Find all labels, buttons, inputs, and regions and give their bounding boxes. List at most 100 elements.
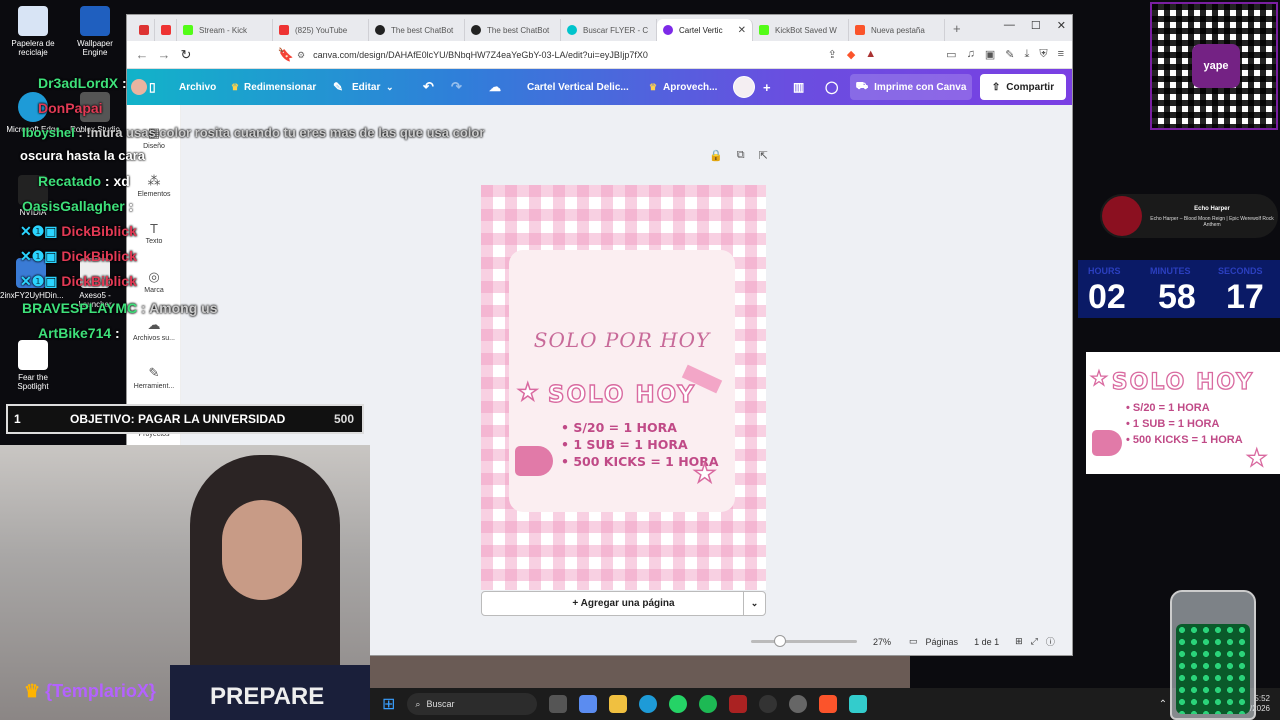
zoom-level[interactable]: 27% [873,637,891,647]
back-icon[interactable]: ← [131,47,153,62]
reload-icon[interactable]: ↻ [175,47,197,63]
brave-icon[interactable] [819,695,838,713]
menu-redimensionar[interactable]: Redimensionar [244,69,316,105]
reader-icon[interactable]: ▣ [985,48,995,61]
forward-icon[interactable]: → [153,47,175,62]
maximize-icon[interactable]: ☐ [1031,19,1041,32]
sidebar-toggle-icon[interactable]: ▭ [946,48,956,61]
url-field[interactable]: ⚙ canva.com/design/DAHAfE0lcYU/BNbqHW7Z4… [297,45,817,65]
pages-button[interactable]: Páginas [926,637,959,647]
streamer-username: ♛ {TemplarioX} [24,681,156,702]
duplicate-icon[interactable]: ⧉ [737,149,745,162]
close-icon[interactable]: ✕ [1057,19,1066,32]
yape-brand: yape [1203,60,1229,72]
canva-logo-icon[interactable] [131,69,147,105]
browser-toolbar-icons: ⇪ ◆ ▲ ▭ ♫ ▣ ✎ ⤓ ⛨ ≡ [828,48,1064,61]
github-icon [375,25,385,35]
task-view-icon[interactable] [549,695,568,713]
add-page-icon[interactable]: ⇱ [759,149,768,162]
goal-index: 1 [14,412,21,426]
desktop-icon-recycle-bin[interactable]: Papelera de reciclaje [2,6,64,57]
desktop-icon-fear-the-spotlight[interactable]: Fear the Spotlight [2,340,64,391]
chat-username: Iboyshel [22,125,75,140]
panel-toggle-icon[interactable]: ▯ [149,69,156,105]
undo-icon[interactable]: ↶ [423,69,434,105]
rewards-icon[interactable]: ▲ [865,48,876,61]
tab-1[interactable] [155,19,177,41]
brave-shield-icon[interactable]: ◆ [847,48,855,61]
tab-favicon-icon [139,25,149,35]
desktop-icon-wallpaper-engine[interactable]: Wallpaper Engine [64,6,126,57]
wallet-icon[interactable]: ⛨ [1039,48,1047,61]
close-tab-icon[interactable]: ✕ [738,25,746,36]
insights-chart-icon[interactable]: ▥ [793,69,804,105]
tab-label: The best ChatBot [391,25,454,35]
downloads-icon[interactable]: ⤓ [1024,48,1029,61]
aprovechar-button[interactable]: Aprovech... [663,69,717,105]
cloud-sync-icon[interactable]: ☁ [489,69,501,105]
sidebar-item-herramientas[interactable]: ✎ Herramient... [127,365,181,390]
tab-kick[interactable]: Stream - Kick [177,19,273,41]
copilot-icon[interactable] [579,695,598,713]
tab-new[interactable]: Nueva pestaña [849,19,945,41]
design-title[interactable]: Cartel Vertical Delic... [527,69,629,105]
share-icon[interactable]: ⇪ [828,48,837,61]
lock-icon[interactable]: 🔒 [709,149,723,162]
bookmark-icon[interactable]: 🔖 [275,47,297,63]
promo-bullet-text: S/20 = 1 HORA [1132,402,1210,414]
zoom-slider[interactable] [751,635,857,647]
edge-icon[interactable] [639,695,658,713]
sidebar-item-archivos[interactable]: ☁ Archivos su... [127,317,181,342]
redo-icon[interactable]: ↷ [451,69,462,105]
zoom-slider-knob[interactable] [773,635,786,647]
tab-cartel-vertical[interactable]: Cartel Vertic ✕ [657,19,753,41]
sidebar-item-elementos[interactable]: ⁂ Elementos [127,173,181,198]
spotify-icon[interactable] [699,695,718,713]
tab-kickbot[interactable]: KickBot Saved W [753,19,849,41]
crown-icon: ♛ [649,81,658,92]
app-icon[interactable] [789,695,808,713]
tab-chatbot-1[interactable]: The best ChatBot [369,19,465,41]
grid-view-icon[interactable]: ⊞ [1015,636,1023,647]
obs-icon[interactable] [759,695,778,713]
chevron-down-icon[interactable]: ⌄ [386,69,394,105]
menu-archivo[interactable]: Archivo [179,69,216,105]
whatsapp-icon[interactable] [669,695,688,713]
username-text: {TemplarioX} [45,681,156,701]
tools-icon: ✎ [148,365,160,380]
menu-editar[interactable]: Editar [352,69,380,105]
app-icon[interactable] [729,695,748,713]
goal-label: OBJETIVO: PAGAR LA UNIVERSIDAD [70,412,286,426]
help-icon[interactable]: ⓘ [1046,635,1055,648]
add-collaborator-icon[interactable]: + [763,69,771,105]
menu-icon[interactable]: ≡ [1058,48,1064,61]
music-icon[interactable]: ♫ [967,48,975,61]
tab-youtube[interactable]: (825) YouTube [273,19,369,41]
new-tab-button[interactable]: + [953,21,961,36]
kick-icon [759,25,769,35]
chat-message: Recatado : xd [38,173,130,189]
file-explorer-icon[interactable] [609,695,628,713]
share-button[interactable]: ⇧ Compartir [980,74,1066,100]
fullscreen-icon[interactable]: ⤢ [1031,636,1038,647]
chevron-down-icon[interactable]: ⌄ [743,592,765,615]
extensions-icon[interactable]: ✎ [1005,48,1014,61]
chat-username: ArtBike714 [38,325,112,341]
notepad-icon[interactable] [849,695,868,713]
github-icon [471,25,481,35]
promo-bullet: • 1 SUB = 1 HORA [1126,418,1220,430]
print-with-canva-button[interactable]: ⛟ Imprime con Canva [850,74,972,100]
comment-icon[interactable]: ◯ [825,69,838,105]
chat-username: Recatado [38,173,102,189]
tab-buscar-flyer[interactable]: Buscar FLYER - C [561,19,657,41]
tab-0[interactable] [133,19,155,41]
poster-page[interactable]: SOLO POR HOY SOLO HOY • S/20 = 1 HORA • … [481,185,766,590]
tab-chatbot-2[interactable]: The best ChatBot [465,19,561,41]
add-page-button[interactable]: + Agregar una página ⌄ [481,591,766,616]
taskbar-search[interactable]: ⌕ Buscar [407,693,538,715]
minimize-icon[interactable]: — [1004,19,1015,32]
avatar[interactable] [733,69,755,105]
truck-icon: ⛟ [855,80,869,92]
start-icon[interactable]: ⊞ [382,694,395,714]
site-info-icon[interactable]: ⚙ [297,50,305,61]
